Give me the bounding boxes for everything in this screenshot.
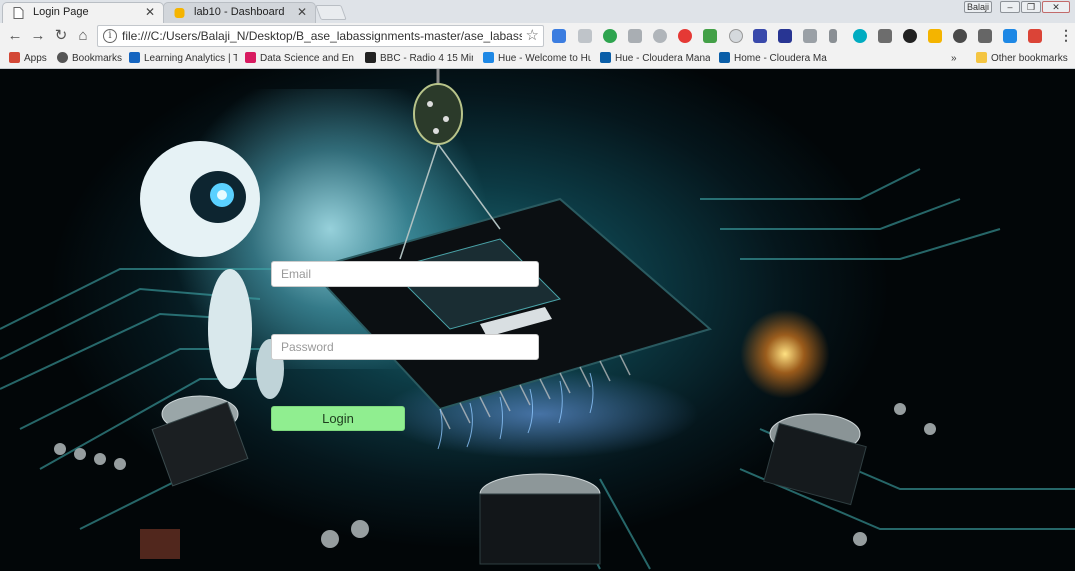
bookmark-home-cloudera[interactable]: Home - Cloudera Ma: [719, 52, 827, 66]
extension-badge-icon[interactable]: [928, 29, 942, 43]
bookmark-bbc[interactable]: BBC - Radio 4 15 Min: [365, 52, 473, 66]
bookmark-hue-cloudera[interactable]: Hue - Cloudera Mana: [600, 52, 710, 66]
extension-shield2-icon[interactable]: [978, 29, 992, 43]
extension-r-icon[interactable]: [829, 29, 837, 43]
cloudera-icon: [719, 52, 730, 63]
extension-calendar-icon[interactable]: [1003, 29, 1017, 43]
browser-chrome: Login Page ✕ lab10 - Dashboard ✕ Balaji …: [0, 0, 1075, 69]
bookmark-hue-welcome[interactable]: Hue - Welcome to Hu: [483, 52, 591, 66]
profile-name: Balaji: [966, 2, 989, 12]
bookmark-label: Apps: [24, 53, 47, 64]
extension-download-icon[interactable]: [628, 29, 642, 43]
bbc-icon: [365, 52, 376, 63]
address-bar[interactable]: i file:///C:/Users/Balaji_N/Desktop/B_as…: [97, 25, 544, 47]
tab-login-page[interactable]: Login Page ✕: [2, 2, 164, 23]
bookmark-label: Hue - Welcome to Hu: [498, 53, 591, 64]
close-icon[interactable]: ✕: [297, 3, 307, 22]
hue-icon: [483, 52, 494, 63]
browser-toolbar: ← → ↻ ⌂ i file:///C:/Users/Balaji_N/Desk…: [0, 23, 1075, 49]
edx-icon: [245, 52, 256, 63]
login-button[interactable]: Login: [271, 406, 405, 431]
bookmark-star-icon[interactable]: ☆: [526, 26, 539, 44]
login-page: Login: [0, 69, 1075, 571]
reload-icon[interactable]: ↻: [52, 27, 70, 45]
extension-p-icon[interactable]: [953, 29, 967, 43]
bookmark-data-science[interactable]: Data Science and Eng: [245, 52, 354, 66]
close-window-button[interactable]: ✕: [1042, 1, 1070, 13]
extension-green-icon[interactable]: [703, 29, 717, 43]
extension-m-icon[interactable]: [853, 29, 867, 43]
apps-grid-icon: [9, 52, 20, 63]
bookmark-label: Data Science and Eng: [260, 53, 354, 64]
user-profile-button[interactable]: Balaji: [964, 1, 992, 13]
email-field[interactable]: [271, 261, 539, 287]
extension-page-icon[interactable]: [578, 29, 592, 43]
other-bookmarks[interactable]: Other bookmarks: [976, 52, 1071, 66]
extension-arrow-icon[interactable]: [878, 29, 892, 43]
menu-kebab-icon[interactable]: ⋮: [1059, 27, 1073, 44]
tab-strip: Login Page ✕ lab10 - Dashboard ✕ Balaji …: [0, 0, 1075, 23]
bookmarks-bar: Apps Bookmarks Learning Analytics | Tr D…: [0, 49, 1075, 69]
circuit-board-background: [0, 69, 1075, 570]
password-field[interactable]: [271, 334, 539, 360]
bookmark-favicon: [129, 52, 140, 63]
extension-dark-icon[interactable]: [903, 29, 917, 43]
bookmark-label: BBC - Radio 4 15 Min: [380, 53, 473, 64]
restore-button[interactable]: ❐: [1021, 1, 1041, 13]
extension-translate-icon[interactable]: [552, 29, 566, 43]
extension-opera-icon[interactable]: [678, 29, 692, 43]
tab-title: lab10 - Dashboard: [194, 6, 285, 18]
bookmark-label: Home - Cloudera Ma: [734, 53, 827, 64]
bookmark-label: Learning Analytics | Tr: [144, 53, 237, 64]
bookmarks-overflow-button[interactable]: »: [951, 52, 963, 66]
url-text: file:///C:/Users/Balaji_N/Desktop/B_ase_…: [122, 29, 522, 43]
back-icon[interactable]: ←: [6, 27, 24, 45]
minimize-button[interactable]: –: [1000, 1, 1020, 13]
bookmark-label: Bookmarks: [72, 53, 123, 64]
bookmark-bookmarks[interactable]: Bookmarks: [57, 52, 123, 66]
page-icon: [13, 7, 24, 19]
extension-cloud-icon[interactable]: [653, 29, 667, 43]
extension-z-icon[interactable]: [753, 29, 767, 43]
tab-dashboard[interactable]: lab10 - Dashboard ✕: [163, 2, 316, 23]
extension-grammarly-icon[interactable]: [603, 29, 617, 43]
new-tab-button[interactable]: [315, 5, 347, 20]
folder-icon: [976, 52, 987, 63]
star-icon: [57, 52, 68, 63]
gmail-icon[interactable]: [1028, 29, 1042, 43]
dashboard-favicon-icon: [174, 8, 185, 18]
bookmark-learning-analytics[interactable]: Learning Analytics | Tr: [129, 52, 237, 66]
bookmark-apps[interactable]: Apps: [9, 52, 54, 66]
forward-icon[interactable]: →: [29, 27, 47, 45]
extension-k-icon[interactable]: [803, 29, 817, 43]
tab-title: Login Page: [33, 6, 89, 18]
bookmark-label: Hue - Cloudera Mana: [615, 53, 710, 64]
close-icon[interactable]: ✕: [145, 3, 155, 22]
home-icon[interactable]: ⌂: [74, 27, 92, 45]
extension-shield-icon[interactable]: [778, 29, 792, 43]
info-icon[interactable]: i: [103, 29, 117, 43]
cloudera-icon: [600, 52, 611, 63]
bookmark-label: Other bookmarks: [991, 53, 1068, 64]
extension-circle-icon[interactable]: [729, 29, 743, 43]
